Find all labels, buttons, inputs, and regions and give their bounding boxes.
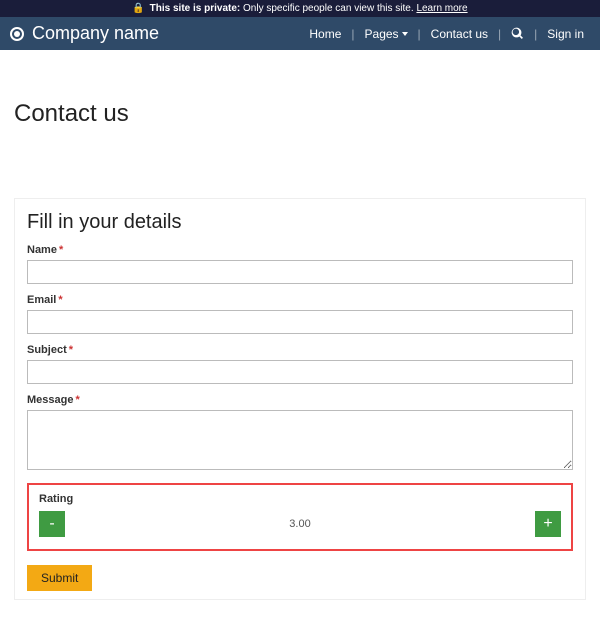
lock-icon: 🔒 xyxy=(132,3,144,14)
field-message: Message* xyxy=(27,394,573,473)
nav-contact[interactable]: Contact us xyxy=(425,25,494,43)
page-body: Contact us Fill in your details Name* Em… xyxy=(0,50,600,620)
message-input[interactable] xyxy=(27,410,573,470)
nav-pages[interactable]: Pages xyxy=(359,25,414,43)
privacy-banner: 🔒 This site is private: Only specific pe… xyxy=(0,0,600,17)
message-label: Message* xyxy=(27,394,573,406)
field-email: Email* xyxy=(27,294,573,334)
rating-label: Rating xyxy=(39,493,561,505)
banner-text: Only specific people can view this site. xyxy=(243,3,414,14)
email-label: Email* xyxy=(27,294,573,306)
rating-decrement-button[interactable]: - xyxy=(39,511,65,537)
name-label: Name* xyxy=(27,244,573,256)
nav-separator: | xyxy=(351,27,354,41)
required-mark: * xyxy=(69,344,73,356)
field-subject: Subject* xyxy=(27,344,573,384)
brand-name: Company name xyxy=(32,23,159,44)
banner-prefix: This site is private: xyxy=(150,3,241,14)
required-mark: * xyxy=(59,244,63,256)
rating-value: 3.00 xyxy=(65,518,535,530)
nav-pages-label: Pages xyxy=(365,27,399,41)
logo-icon xyxy=(10,27,24,41)
required-mark: * xyxy=(58,294,62,306)
rating-increment-button[interactable]: + xyxy=(535,511,561,537)
learn-more-link[interactable]: Learn more xyxy=(416,3,467,14)
contact-form: Fill in your details Name* Email* Subjec… xyxy=(14,198,586,600)
form-title: Fill in your details xyxy=(27,211,573,234)
field-rating-highlight: Rating - 3.00 + xyxy=(27,483,573,551)
nav-right: Home | Pages | Contact us | | Sign in xyxy=(303,25,590,43)
nav-separator: | xyxy=(418,27,421,41)
email-input[interactable] xyxy=(27,310,573,334)
navbar: Company name Home | Pages | Contact us |… xyxy=(0,17,600,50)
search-icon[interactable] xyxy=(505,25,530,42)
nav-separator: | xyxy=(498,27,501,41)
field-name: Name* xyxy=(27,244,573,284)
nav-home[interactable]: Home xyxy=(303,25,347,43)
subject-input[interactable] xyxy=(27,360,573,384)
rating-stepper: - 3.00 + xyxy=(39,511,561,537)
name-input[interactable] xyxy=(27,260,573,284)
required-mark: * xyxy=(75,394,79,406)
nav-separator: | xyxy=(534,27,537,41)
chevron-down-icon xyxy=(402,32,408,36)
submit-button[interactable]: Submit xyxy=(27,565,92,591)
subject-label: Subject* xyxy=(27,344,573,356)
nav-signin[interactable]: Sign in xyxy=(541,25,590,43)
page-title: Contact us xyxy=(14,100,586,128)
brand[interactable]: Company name xyxy=(10,23,159,44)
